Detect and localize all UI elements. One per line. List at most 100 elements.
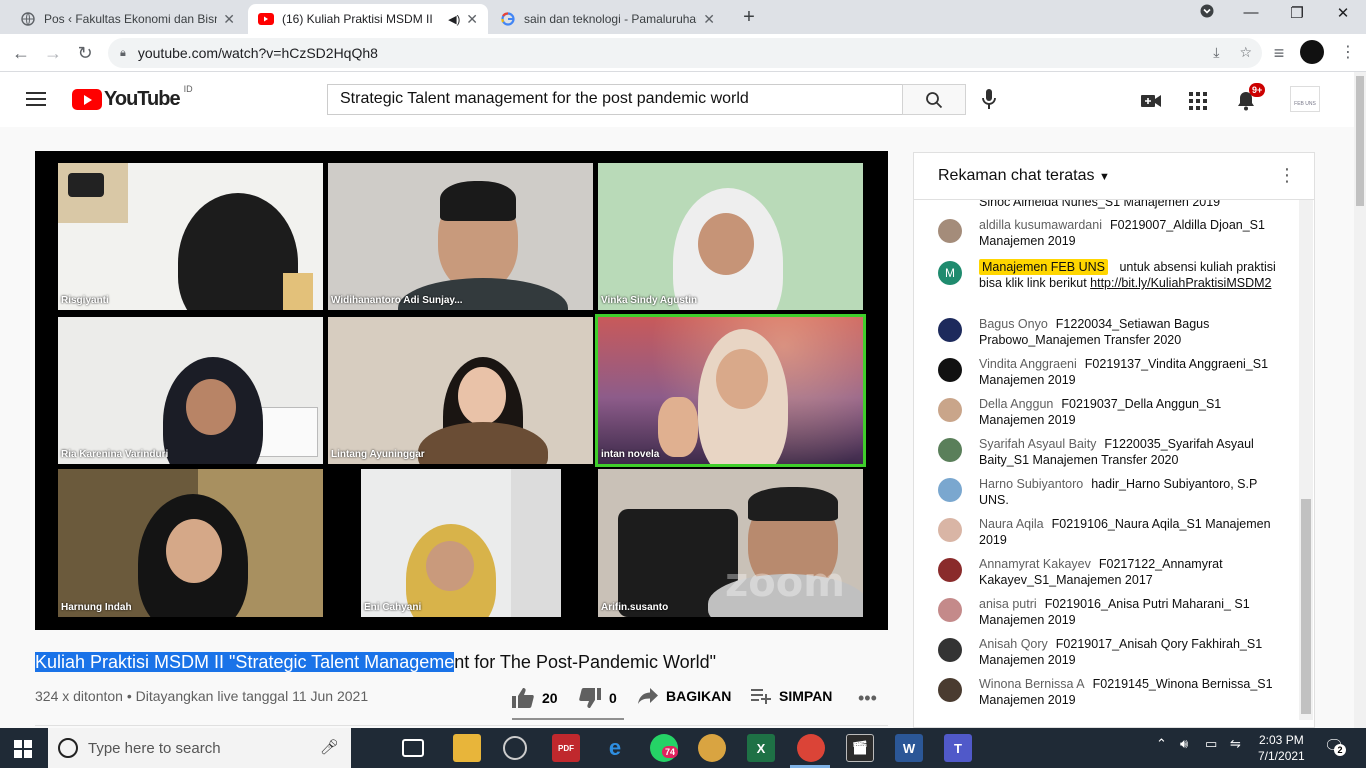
word-icon[interactable]: W <box>895 734 923 762</box>
close-window-icon[interactable]: ✕ <box>1328 4 1358 22</box>
avatar <box>938 558 962 582</box>
page-scrollbar[interactable] <box>1354 72 1366 728</box>
avatar <box>938 598 962 622</box>
cortana-icon <box>58 738 78 758</box>
channel-avatar[interactable]: FEB UNS <box>1290 86 1320 112</box>
chat-mode-dropdown[interactable]: Rekaman chat teratas ▼ <box>938 167 1110 185</box>
active-speaker-tile: intan novela <box>595 314 866 467</box>
whatsapp-icon[interactable]: 74 <box>650 734 679 762</box>
task-view-icon[interactable] <box>402 739 424 757</box>
speaker-icon[interactable]: ◀) <box>448 13 460 26</box>
excel-icon[interactable]: X <box>747 734 775 762</box>
chat-author[interactable]: anisa putri <box>979 597 1037 611</box>
avatar <box>938 678 962 702</box>
chat-author[interactable]: Syarifah Asyaul Baity <box>979 437 1096 451</box>
reload-icon[interactable]: ↻ <box>72 40 98 66</box>
forward-icon[interactable]: → <box>40 40 66 66</box>
taskbar-search-input[interactable]: Type here to search 🎤︎ <box>48 728 351 768</box>
tab-title: (16) Kuliah Praktisi MSDM II <box>282 12 433 26</box>
chat-scrollbar-thumb[interactable] <box>1301 499 1311 714</box>
pdf-app-icon[interactable]: PDF <box>552 734 580 762</box>
address-bar-row: ← → ↻ 🔒︎ youtube.com/watch?v=hCzSD2HqQh8… <box>0 34 1366 72</box>
chat-author-owner[interactable]: Manajemen FEB UNS <box>979 259 1108 275</box>
chat-author[interactable]: Della Anggun <box>979 397 1053 411</box>
media-control-icon[interactable]: ≡ <box>1266 40 1292 66</box>
dislike-button[interactable]: 0 <box>579 688 617 708</box>
chat-message-owner: M Manajemen FEB UNS untuk absensi kuliah… <box>938 259 1278 291</box>
new-tab-button[interactable]: + <box>738 6 760 29</box>
share-button[interactable]: BAGIKAN <box>638 688 731 704</box>
avatar <box>938 398 962 422</box>
youtube-logo[interactable]: YouTube ID <box>72 84 193 111</box>
video-player[interactable]: Risgiyanti Widihanantoro Adi Sunjay... V… <box>35 151 888 630</box>
chat-author[interactable]: aldilla kusumawardani <box>979 218 1102 232</box>
chat-message-list[interactable]: Sinoc Almeida Nunes_S1 Manajemen 2019 al… <box>914 200 1300 729</box>
search-icon <box>926 91 943 108</box>
network-icon[interactable]: ⇋ <box>1230 736 1241 752</box>
search-input[interactable]: Strategic Talent management for the post… <box>327 84 903 115</box>
restore-icon[interactable]: ❐ <box>1282 4 1312 22</box>
tab-search-icon[interactable] <box>1192 4 1222 22</box>
windows-start-icon[interactable] <box>14 740 32 763</box>
apps-grid-icon[interactable] <box>1187 90 1209 112</box>
tab-google[interactable]: sain dan teknologi - Pamaluruhan ✕ <box>490 4 725 34</box>
close-tab-icon[interactable]: ✕ <box>466 11 478 28</box>
back-icon[interactable]: ← <box>8 40 34 66</box>
divider <box>35 725 888 726</box>
country-code: ID <box>183 84 193 94</box>
bookmark-star-icon[interactable]: ☆ <box>1239 44 1252 61</box>
battery-icon[interactable]: ▭ <box>1205 736 1217 752</box>
more-actions-icon[interactable]: ••• <box>858 688 877 709</box>
participant-tile: Harnung Indah <box>58 469 323 617</box>
video-editor-icon[interactable]: 🎬︎ <box>846 734 874 762</box>
chat-author[interactable]: Bagus Onyo <box>979 317 1048 331</box>
settings-icon[interactable] <box>503 736 527 760</box>
chat-author[interactable]: Vindita Anggraeni <box>979 357 1077 371</box>
action-center-icon[interactable]: 🗨︎2 <box>1324 736 1346 756</box>
volume-icon[interactable]: 🔊︎ <box>1180 736 1188 752</box>
notification-count: 2 <box>1334 744 1346 756</box>
microphone-icon[interactable]: 🎤︎ <box>320 738 339 756</box>
chat-author[interactable]: Anisah Qory <box>979 637 1048 651</box>
install-icon[interactable]: ⤓ <box>1213 44 1219 61</box>
zoom-watermark: zoom <box>725 560 845 606</box>
clock-date: 7/1/2021 <box>1258 749 1305 763</box>
close-tab-icon[interactable]: ✕ <box>223 11 235 28</box>
teams-icon[interactable]: T <box>944 734 972 762</box>
close-tab-icon[interactable]: ✕ <box>703 11 715 28</box>
chat-author[interactable]: Annamyrat Kakayev <box>979 557 1091 571</box>
avatar <box>938 438 962 462</box>
voice-search-icon[interactable] <box>982 89 996 114</box>
tab-youtube[interactable]: (16) Kuliah Praktisi MSDM II ◀) ✕ <box>248 4 488 34</box>
menu-icon[interactable] <box>26 92 46 110</box>
url-field[interactable]: 🔒︎ youtube.com/watch?v=hCzSD2HqQh8 ⤓ ☆ <box>108 38 1262 68</box>
like-button[interactable]: 20 <box>512 688 558 708</box>
create-video-icon[interactable] <box>1140 90 1162 112</box>
edge-icon[interactable]: e <box>601 734 629 762</box>
chrome-icon[interactable] <box>797 734 825 762</box>
chrome-menu-icon[interactable]: ⋮ <box>1340 42 1356 62</box>
tab-title: sain dan teknologi - Pamaluruhan <box>524 12 698 26</box>
add-to-playlist-icon <box>751 689 771 704</box>
taskbar-search-placeholder: Type here to search <box>88 739 221 757</box>
tray-chevron-icon[interactable]: ⌃ <box>1156 736 1167 752</box>
chat-more-icon[interactable]: ⋮ <box>1278 165 1296 186</box>
file-explorer-icon[interactable] <box>453 734 481 762</box>
minimize-icon[interactable]: — <box>1236 4 1266 21</box>
chat-author[interactable]: Naura Aqila <box>979 517 1044 531</box>
chat-author[interactable]: Harno Subiyantoro <box>979 477 1083 491</box>
participant-name: Vinka Sindy Agustin <box>601 295 698 306</box>
participant-tile: Vinka Sindy Agustin <box>598 163 863 310</box>
search-button[interactable] <box>902 84 966 115</box>
taskbar-clock[interactable]: 2:03 PM 7/1/2021 <box>1258 732 1305 764</box>
paint-icon[interactable] <box>698 734 726 762</box>
save-button[interactable]: SIMPAN <box>751 688 832 704</box>
chat-message: Annamyrat Kakayev F0217122_Annamyrat Kaka… <box>938 556 1278 588</box>
tab-fakultas[interactable]: Pos ‹ Fakultas Ekonomi dan Bisnis ✕ <box>10 4 245 34</box>
browser-tab-strip: Pos ‹ Fakultas Ekonomi dan Bisnis ✕ (16)… <box>0 0 1366 34</box>
attendance-link[interactable]: http://bit.ly/KuliahPraktisiMSDM2 <box>1090 276 1271 290</box>
thumbs-up-icon <box>512 688 534 708</box>
chat-author[interactable]: Winona Bernissa A <box>979 677 1085 691</box>
profile-avatar[interactable] <box>1300 40 1324 64</box>
participant-tile: Widihanantoro Adi Sunjay... <box>328 163 593 310</box>
